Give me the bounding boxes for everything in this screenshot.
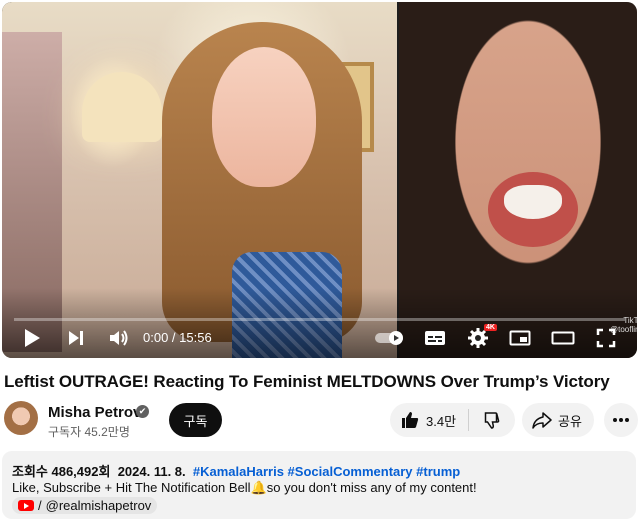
channel-link-prefix: /: [38, 498, 42, 513]
volume-button[interactable]: [108, 325, 130, 351]
quality-badge: 4K: [484, 324, 497, 331]
progress-bar[interactable]: [14, 318, 625, 321]
miniplayer-button[interactable]: [509, 325, 531, 351]
subscribe-button[interactable]: 구독: [169, 403, 222, 437]
play-icon: [25, 329, 40, 347]
more-icon: [613, 418, 629, 422]
verified-icon: ✔: [136, 405, 149, 418]
like-button[interactable]: 3.4만: [390, 403, 468, 437]
view-count: 조회수 486,492회: [12, 464, 111, 479]
hashtags[interactable]: #KamalaHarris #SocialCommentary #trump: [193, 464, 460, 479]
dislike-button[interactable]: [469, 403, 515, 437]
thumbs-up-icon: [402, 412, 419, 428]
miniplayer-icon: [509, 330, 531, 346]
youtube-logo-icon: [18, 500, 34, 511]
background-lamp: [82, 72, 162, 142]
thumbs-down-icon: [484, 412, 500, 429]
video-player[interactable]: 0:00 / 15:56 4K TikTok @tooflirthi: [2, 2, 637, 358]
description-text: Like, Subscribe + Hit The Notification B…: [12, 480, 477, 495]
channel-link-handle: @realmishapetrov: [45, 498, 152, 513]
more-actions-button[interactable]: [604, 403, 638, 437]
watermark-brand: TikTok: [623, 316, 637, 325]
next-button[interactable]: [66, 325, 86, 351]
share-button[interactable]: 공유: [522, 403, 594, 437]
volume-icon: [110, 330, 128, 346]
video-title: Leftist OUTRAGE! Reacting To Feminist ME…: [4, 372, 610, 391]
person-right-teeth: [504, 185, 562, 219]
description-box[interactable]: 조회수 486,492회 2024. 11. 8. #KamalaHarris …: [2, 451, 636, 519]
subscriber-count: 구독자 45.2만명: [48, 425, 130, 439]
tiktok-watermark: TikTok @tooflirthi: [610, 316, 637, 334]
share-label: 공유: [558, 413, 582, 429]
person-left-face: [212, 47, 316, 187]
theater-icon: [551, 331, 575, 345]
channel-name[interactable]: Misha Petrov: [48, 404, 141, 421]
autoplay-toggle[interactable]: [374, 325, 406, 351]
theater-mode-button[interactable]: [551, 325, 575, 351]
subtitles-icon: [425, 331, 445, 345]
like-dislike-group: 3.4만: [390, 403, 515, 437]
play-button[interactable]: [22, 325, 42, 351]
channel-link-chip[interactable]: / @realmishapetrov: [12, 497, 158, 514]
like-count: 3.4만: [426, 413, 457, 429]
channel-avatar[interactable]: [4, 401, 38, 435]
description-meta: 조회수 486,492회 2024. 11. 8. #KamalaHarris …: [12, 461, 460, 480]
autoplay-toggle-icon: [375, 331, 403, 345]
next-icon: [69, 331, 83, 345]
time-display: 0:00 / 15:56: [143, 330, 212, 345]
share-icon: [532, 412, 552, 429]
watermark-handle: @tooflirthi: [610, 325, 637, 334]
upload-date: 2024. 11. 8.: [117, 464, 186, 479]
controls-gradient: [2, 288, 637, 358]
subtitles-button[interactable]: [424, 325, 446, 351]
